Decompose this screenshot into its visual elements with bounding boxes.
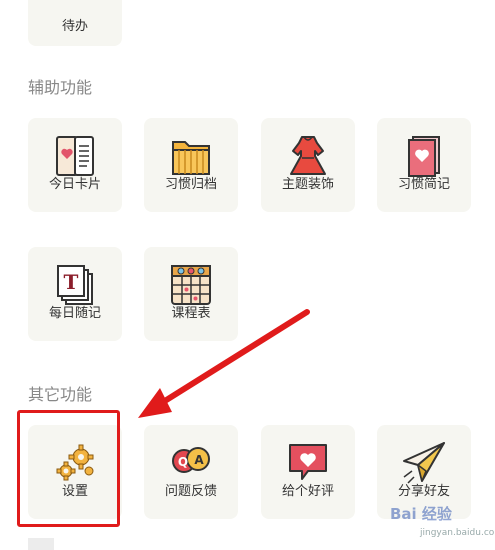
annotation-arrow bbox=[138, 309, 310, 418]
baidu-watermark: Bai 经验 bbox=[390, 505, 453, 523]
bottom-tag bbox=[28, 538, 54, 550]
svg-text:Bai 经验: Bai 经验 bbox=[390, 505, 453, 523]
watermark-url: jingyan.baidu.com bbox=[420, 528, 495, 538]
